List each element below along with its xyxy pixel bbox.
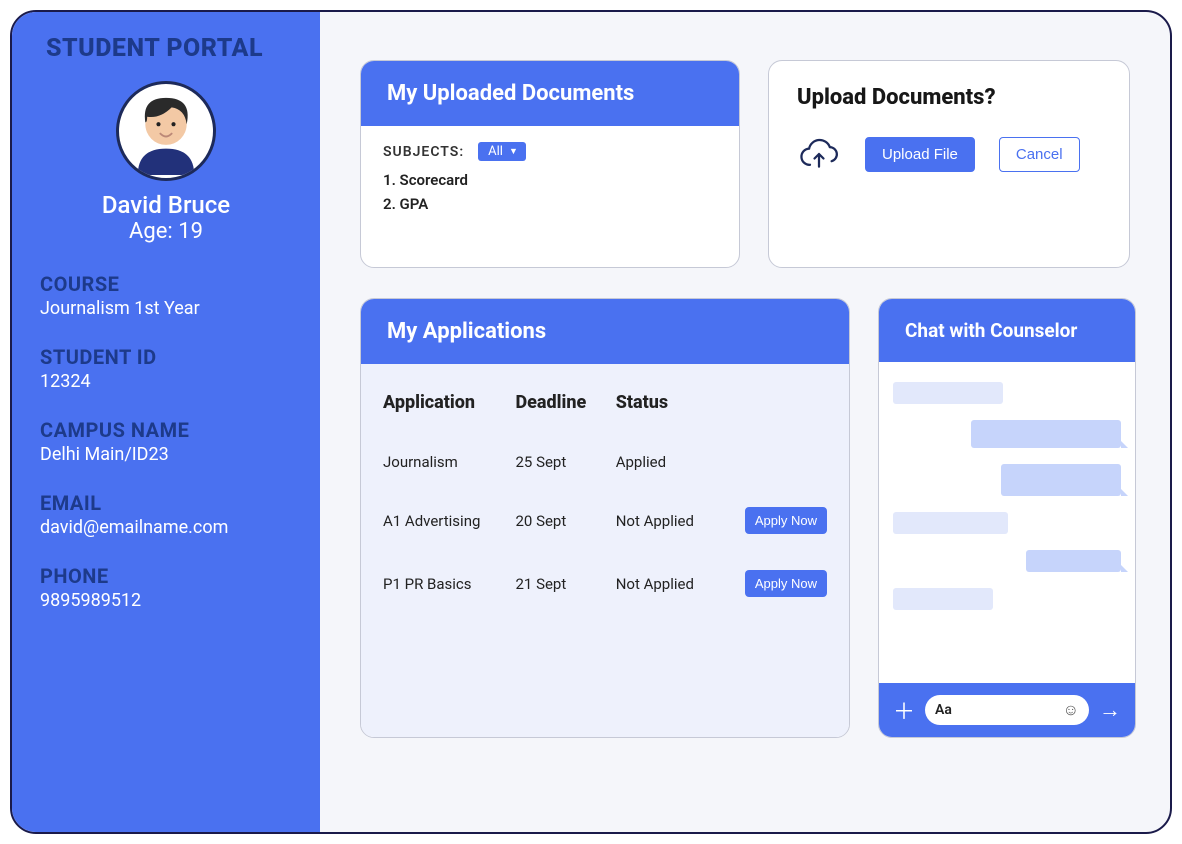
subjects-filter-row: SUBJECTS: All ▼: [383, 142, 717, 161]
cell-application: Journalism: [377, 435, 509, 489]
table-row: A1 Advertising 20 Sept Not Applied Apply…: [377, 489, 833, 552]
cell-deadline: 20 Sept: [509, 489, 609, 552]
sidebar: STUDENT PORTAL David Bruce Age: 19 COURS…: [12, 12, 320, 832]
portal-title: STUDENT PORTAL: [46, 34, 292, 63]
upload-documents-card: Upload Documents? Upload File Cancel: [768, 60, 1130, 268]
upload-documents-title: Upload Documents?: [797, 85, 1101, 110]
table-row: P1 PR Basics 21 Sept Not Applied Apply N…: [377, 552, 833, 615]
chat-bubble-outgoing: [1026, 550, 1121, 572]
student-name: David Bruce: [40, 191, 292, 219]
send-message-icon[interactable]: →: [1099, 697, 1121, 723]
student-age: Age: 19: [40, 219, 292, 244]
chat-body: [879, 362, 1135, 683]
chat-bubble-outgoing: [971, 420, 1121, 448]
emoji-icon[interactable]: ☺: [1063, 700, 1079, 720]
email-label: EMAIL: [40, 491, 292, 515]
cell-application: P1 PR Basics: [377, 552, 509, 615]
cell-deadline: 25 Sept: [509, 435, 609, 489]
add-attachment-icon[interactable]: ＋: [893, 694, 915, 726]
cell-deadline: 21 Sept: [509, 552, 609, 615]
col-application: Application: [377, 382, 509, 435]
applications-header: My Applications: [361, 299, 849, 364]
chevron-down-icon: ▼: [509, 146, 518, 157]
bottom-row: My Applications Application Deadline Sta…: [360, 298, 1146, 738]
email-block: EMAIL david@emailname.com: [40, 491, 292, 538]
course-label: COURSE: [40, 272, 292, 296]
chat-input-bar: ＋ Aa ☺ →: [879, 683, 1135, 737]
col-action: [719, 382, 833, 435]
student-id-label: STUDENT ID: [40, 345, 292, 369]
avatar-wrap: [40, 81, 292, 181]
phone-block: PHONE 9895989512: [40, 564, 292, 611]
campus-value: Delhi Main/ID23: [40, 444, 292, 465]
chat-card: Chat with Counselor ＋ Aa ☺ →: [878, 298, 1136, 738]
cell-action: Apply Now: [719, 489, 833, 552]
subjects-filter-value: All: [488, 144, 503, 159]
apply-now-button[interactable]: Apply Now: [745, 570, 827, 597]
student-id-value: 12324: [40, 371, 292, 392]
document-list: 1. Scorecard 2. GPA: [383, 171, 717, 213]
course-value: Journalism 1st Year: [40, 298, 292, 319]
uploaded-documents-card: My Uploaded Documents SUBJECTS: All ▼ 1.…: [360, 60, 740, 268]
cell-status: Applied: [610, 435, 719, 489]
chat-placeholder: Aa: [935, 702, 952, 718]
phone-label: PHONE: [40, 564, 292, 588]
main-content: My Uploaded Documents SUBJECTS: All ▼ 1.…: [320, 12, 1170, 832]
cloud-upload-icon: [797, 136, 841, 172]
subjects-label: SUBJECTS:: [383, 144, 464, 160]
student-portal-app: STUDENT PORTAL David Bruce Age: 19 COURS…: [10, 10, 1172, 834]
applications-body: Application Deadline Status Journalism 2…: [361, 364, 849, 737]
uploaded-documents-header: My Uploaded Documents: [361, 61, 739, 126]
apply-now-button[interactable]: Apply Now: [745, 507, 827, 534]
applications-card: My Applications Application Deadline Sta…: [360, 298, 850, 738]
email-value: david@emailname.com: [40, 517, 292, 538]
course-block: COURSE Journalism 1st Year: [40, 272, 292, 319]
chat-bubble-outgoing: [1001, 464, 1121, 496]
document-list-item: 1. Scorecard: [383, 171, 717, 189]
applications-table: Application Deadline Status Journalism 2…: [377, 382, 833, 615]
cell-status: Not Applied: [610, 552, 719, 615]
top-row: My Uploaded Documents SUBJECTS: All ▼ 1.…: [360, 60, 1146, 268]
phone-value: 9895989512: [40, 590, 292, 611]
chat-text-input[interactable]: Aa ☺: [925, 695, 1089, 725]
table-row: Journalism 25 Sept Applied: [377, 435, 833, 489]
avatar: [116, 81, 216, 181]
subjects-filter-dropdown[interactable]: All ▼: [478, 142, 526, 161]
cancel-upload-button[interactable]: Cancel: [999, 137, 1080, 172]
document-list-item: 2. GPA: [383, 195, 717, 213]
avatar-illustration: [119, 81, 213, 178]
campus-block: CAMPUS NAME Delhi Main/ID23: [40, 418, 292, 465]
cell-status: Not Applied: [610, 489, 719, 552]
cell-action: [719, 435, 833, 489]
campus-label: CAMPUS NAME: [40, 418, 292, 442]
chat-bubble-incoming: [893, 512, 1008, 534]
cell-action: Apply Now: [719, 552, 833, 615]
uploaded-documents-body: SUBJECTS: All ▼ 1. Scorecard 2. GPA: [361, 126, 739, 235]
col-deadline: Deadline: [509, 382, 609, 435]
col-status: Status: [610, 382, 719, 435]
chat-header: Chat with Counselor: [879, 299, 1135, 362]
cell-application: A1 Advertising: [377, 489, 509, 552]
upload-file-button[interactable]: Upload File: [865, 137, 975, 172]
chat-bubble-incoming: [893, 382, 1003, 404]
upload-actions-row: Upload File Cancel: [797, 136, 1101, 172]
student-id-block: STUDENT ID 12324: [40, 345, 292, 392]
chat-bubble-incoming: [893, 588, 993, 610]
